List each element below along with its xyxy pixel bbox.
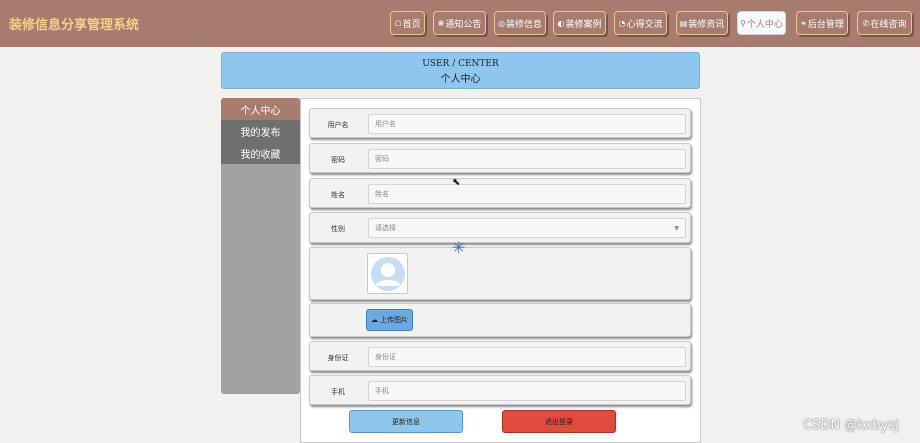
nav-decoration-cases-label: 装修案例 — [565, 19, 602, 30]
notice-icon: ❋ — [437, 18, 445, 28]
nav-news-label: 装修资讯 — [688, 19, 725, 30]
nav-online-consult[interactable]: ✆ 在线咨询 — [857, 11, 912, 35]
name-row: 姓名 姓名 — [309, 178, 691, 208]
nav-decoration-info[interactable]: ◎ 装修信息 — [494, 11, 546, 35]
info-icon: ◎ — [498, 18, 505, 28]
gender-select-value: 请选择 — [375, 224, 396, 232]
nav-user-center-label: 个人中心 — [746, 19, 783, 30]
password-row: 密码 密码 — [309, 143, 691, 173]
name-label: 姓名 — [331, 191, 345, 199]
home-icon: ☖ — [394, 18, 402, 28]
user-icon: ⚲ — [740, 18, 746, 28]
phone-label: 手机 — [331, 388, 345, 396]
app-title: 装修信息分享管理系统 — [9, 18, 140, 33]
cloud-upload-icon: ☁ — [371, 316, 378, 324]
upload-image-button[interactable]: ☁ 上传图片 — [366, 309, 413, 331]
mouse-cursor-icon: ⬉ — [452, 177, 461, 188]
phone-input[interactable]: 手机 — [368, 381, 686, 401]
nav-admin[interactable]: ⚭ 后台管理 — [796, 11, 848, 35]
username-row: 用户名 用户名 — [309, 108, 691, 138]
password-input[interactable]: 密码 — [368, 149, 686, 169]
password-label: 密码 — [331, 156, 345, 164]
avatar-placeholder-icon — [370, 256, 405, 291]
sidebar: 个人中心 我的发布 我的收藏 — [221, 98, 300, 394]
idcard-input[interactable]: 身份证 — [368, 347, 686, 367]
idcard-label: 身份证 — [327, 354, 349, 362]
nav-admin-label: 后台管理 — [807, 19, 844, 30]
username-input[interactable]: 用户名 — [368, 114, 686, 134]
nav-notice[interactable]: ❋ 通知公告 — [433, 11, 486, 35]
nav-user-center[interactable]: ⚲ 个人中心 — [737, 11, 786, 35]
page-header-zh: 个人中心 — [440, 74, 481, 85]
nav-decoration-info-label: 装修信息 — [505, 19, 542, 30]
experience-icon: ◔ — [618, 18, 626, 28]
watermark: CSDN @kxbysj — [803, 418, 899, 433]
username-label: 用户名 — [327, 121, 349, 129]
nav-decoration-cases[interactable]: ◐ 装修案例 — [553, 11, 606, 35]
news-icon: ▤ — [679, 18, 688, 28]
phone-row: 手机 手机 — [309, 375, 691, 405]
update-info-button[interactable]: 更新信息 — [349, 410, 463, 433]
page-header-en: USER / CENTER — [422, 59, 499, 69]
logout-button[interactable]: 退出登录 — [502, 410, 616, 433]
consult-icon: ✆ — [862, 18, 870, 28]
loading-spinner-icon: ✳ — [452, 238, 466, 257]
sidebar-item-my-posts[interactable]: 我的发布 — [221, 120, 300, 142]
sidebar-item-my-favorites[interactable]: 我的收藏 — [221, 142, 300, 164]
nav-home[interactable]: ☖ 首页 — [390, 11, 425, 35]
top-nav-bar: 装修信息分享管理系统 ☖ 首页 ❋ 通知公告 ◎ 装修信息 ◐ 装修案例 ◔ 心得交流 ▤… — [0, 0, 920, 47]
sidebar-item-user-center[interactable]: 个人中心 — [221, 98, 300, 120]
nav-home-label: 首页 — [402, 19, 421, 30]
nav-notice-label: 通知公告 — [445, 19, 482, 30]
avatar — [367, 253, 408, 294]
page-header: USER / CENTER 个人中心 — [221, 52, 700, 89]
gender-select[interactable]: 请选择 ▼ — [368, 218, 686, 238]
nav-experience-label: 心得交流 — [626, 19, 663, 30]
nav-online-consult-label: 在线咨询 — [870, 19, 907, 30]
nav-news[interactable]: ▤ 装修资讯 — [676, 11, 728, 35]
gender-label: 性别 — [331, 225, 345, 233]
gender-row: 性别 请选择 ▼ — [309, 212, 691, 243]
cases-icon: ◐ — [557, 18, 565, 28]
idcard-row: 身份证 身份证 — [309, 341, 691, 371]
name-input[interactable]: 姓名 — [368, 184, 686, 204]
upload-image-label: 上传图片 — [380, 316, 408, 324]
link-icon: ⚭ — [800, 18, 807, 28]
nav-experience[interactable]: ◔ 心得交流 — [614, 11, 667, 35]
chevron-down-icon: ▼ — [674, 224, 679, 232]
